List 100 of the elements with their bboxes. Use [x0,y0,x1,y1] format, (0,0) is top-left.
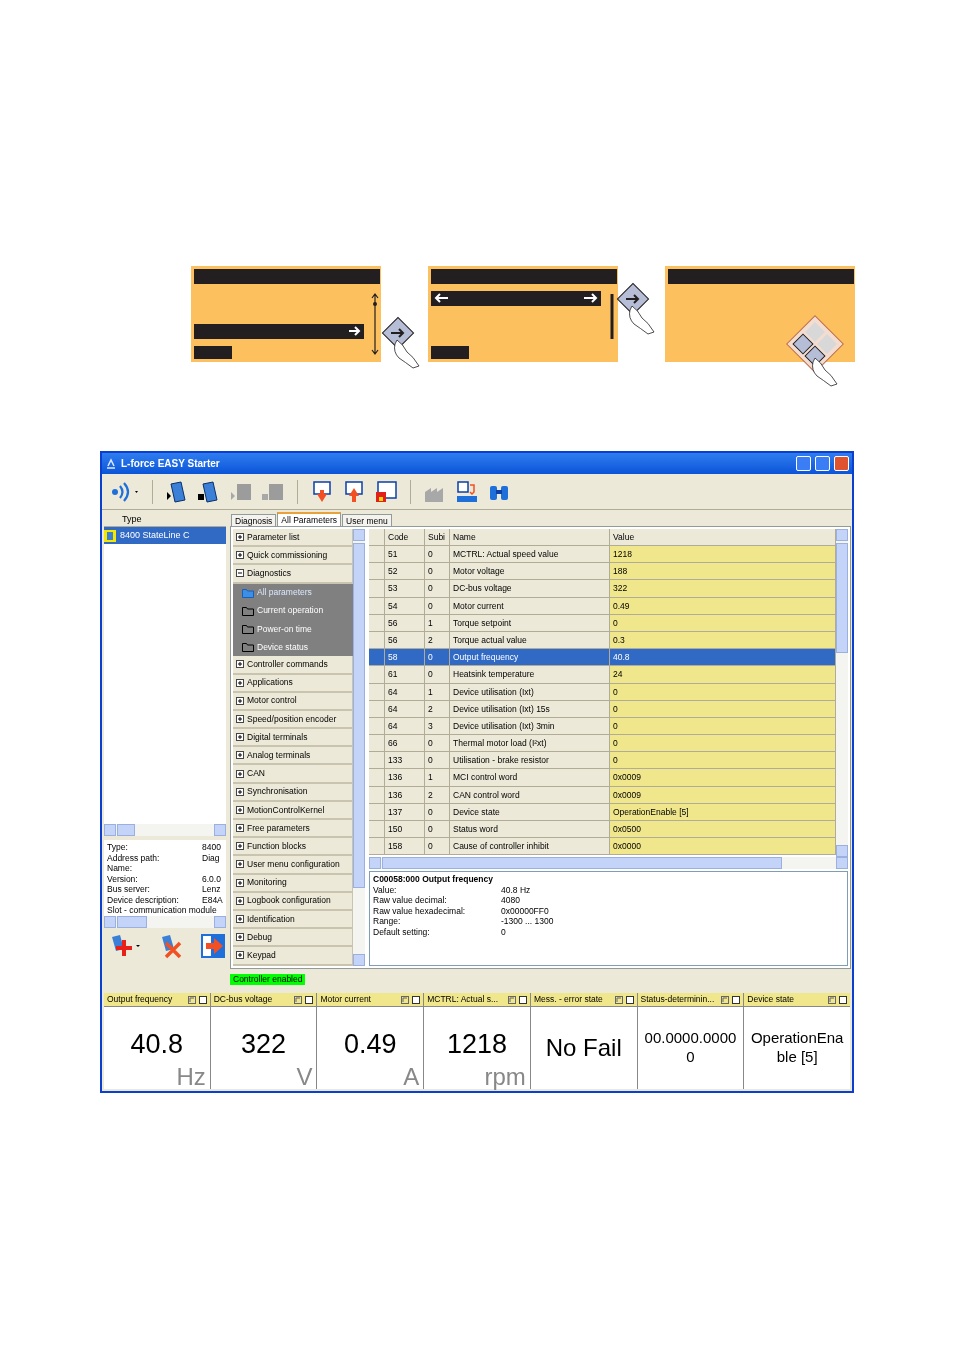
tree-item[interactable]: Analog terminals [233,747,353,766]
tab[interactable]: Diagnosis [231,514,277,526]
table-cell: 133 [385,752,425,770]
tree-item[interactable]: Digital terminals [233,729,353,748]
close-icon[interactable] [518,995,527,1004]
tree-item[interactable]: Function blocks [233,838,353,857]
expand-icon[interactable] [236,551,244,560]
pin-icon[interactable] [828,995,837,1004]
table-cell: 0x0000 [610,838,836,856]
tree-item[interactable]: CAN [233,765,353,784]
horizontal-scrollbar[interactable] [104,916,226,928]
expand-icon[interactable] [236,878,244,887]
table-cell: 0x0009 [610,769,836,787]
tree-item[interactable]: Diagnostics [233,565,353,584]
vertical-scrollbar[interactable] [353,529,365,966]
tree-item[interactable]: Quick commissioning [233,547,353,566]
table-cell: 51 [385,546,425,564]
table-cell: 40.8 [610,649,836,667]
monitor-value: 40.8 [130,1030,184,1058]
info-value: 8400 [202,842,222,853]
collapse-icon[interactable] [236,569,244,578]
expand-icon[interactable] [236,714,244,723]
book-icon[interactable] [165,479,189,504]
table-cell: Thermal motor load (I²xt) [450,735,610,753]
close-icon[interactable] [412,995,421,1004]
pin-icon[interactable] [401,995,410,1004]
close-icon[interactable] [305,995,314,1004]
table-cell: 0x0500 [610,821,836,839]
unit-label: Hz [176,1065,206,1089]
expand-icon[interactable] [236,678,244,687]
tree-item[interactable]: Debug [233,929,353,948]
details-value: 4080 [501,895,520,906]
monitor-title: DC-bus voltage [213,993,274,1006]
expand-icon[interactable] [236,733,244,742]
pin-icon[interactable] [721,995,730,1004]
tab[interactable]: User menu [342,514,392,526]
expand-icon[interactable] [236,842,244,851]
monitor-value: 00.0000.00000 [643,1029,738,1067]
save-icon[interactable] [374,479,398,504]
code-icon[interactable] [455,479,479,504]
expand-icon[interactable] [236,533,244,542]
info-label: Device description: [107,894,179,905]
expand-icon[interactable] [236,696,244,705]
table-cell: 61 [385,666,425,684]
tree-item[interactable]: Free parameters [233,820,353,839]
expand-icon[interactable] [236,860,244,869]
row-header[interactable] [369,649,385,667]
horizontal-scrollbar[interactable] [104,824,226,836]
expand-icon[interactable] [236,751,244,760]
monitor-title: Status-determinin... [640,993,716,1006]
exit-icon[interactable] [200,933,226,959]
details-title: C00058:000 Output frequency [373,874,494,885]
close-icon[interactable] [625,995,634,1004]
table-cell: 322 [610,580,836,598]
expand-icon[interactable] [236,951,244,960]
table-cell: MCI control word [450,769,610,787]
book-icon[interactable] [197,479,221,504]
close-icon[interactable] [732,995,741,1004]
expand-icon[interactable] [236,915,244,924]
expand-icon[interactable] [236,933,244,942]
download-icon[interactable] [310,479,334,504]
unit-label: rpm [484,1065,526,1089]
upload-icon[interactable] [342,479,366,504]
pin-icon[interactable] [507,995,516,1004]
table-cell: 0 [425,649,450,667]
table-cell: 58 [385,649,425,667]
close-icon[interactable] [198,995,207,1004]
table-cell: Status word [450,821,610,839]
tree-item[interactable]: Controller commands [233,656,353,675]
close-button[interactable] [834,456,849,471]
expand-icon[interactable] [236,805,244,814]
tab[interactable]: All Parameters [277,512,342,526]
device-item[interactable]: 8400 StateLine C [104,527,226,544]
expand-icon[interactable] [236,660,244,669]
info-value: Lenz [202,884,222,895]
table-cell: Motor voltage [450,563,610,581]
details-value: 40.8 Hz [501,884,531,895]
expand-icon[interactable] [236,769,244,778]
table-cell: 0 [610,752,836,770]
expand-icon[interactable] [236,824,244,833]
tree-item[interactable]: Device status [233,638,353,657]
monitor-title: MCTRL: Actual s... [427,993,499,1006]
table-cell: Cause of controller inhibit [450,838,610,856]
tree-item[interactable]: Parameter list [233,529,353,548]
tree-item[interactable]: Keypad [233,947,353,966]
maximize-button[interactable] [815,456,830,471]
unit-label: A [403,1065,420,1089]
folder-icon [242,642,254,653]
table-cell: 136 [385,769,425,787]
table-cell: 188 [610,563,836,581]
pin-icon[interactable] [187,995,196,1004]
pin-icon[interactable] [294,995,303,1004]
expand-icon[interactable] [236,787,244,796]
minimize-button[interactable] [796,456,811,471]
close-icon[interactable] [839,995,848,1004]
vertical-scrollbar[interactable] [836,529,848,857]
horizontal-scrollbar[interactable] [369,857,848,869]
pin-icon[interactable] [614,995,623,1004]
tree-item[interactable]: User menu configuration [233,856,353,875]
expand-icon[interactable] [236,896,244,905]
